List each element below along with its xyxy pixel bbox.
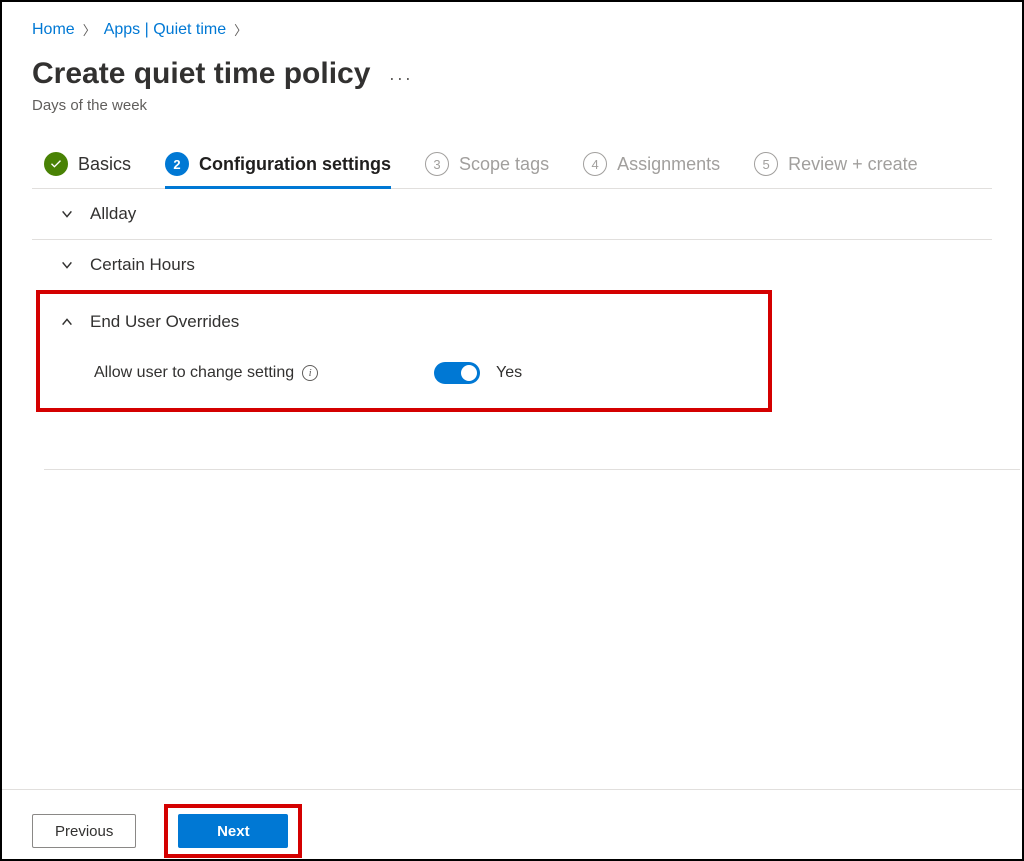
- step-number: 4: [583, 152, 607, 176]
- tab-label: Configuration settings: [199, 154, 391, 175]
- section-header-allday[interactable]: Allday: [60, 189, 992, 239]
- section-title: End User Overrides: [90, 312, 239, 332]
- page-subtitle: Days of the week: [32, 97, 992, 114]
- tab-label: Basics: [78, 154, 131, 175]
- section-certain-hours: Certain Hours: [32, 240, 992, 290]
- tab-scope-tags[interactable]: 3 Scope tags: [425, 152, 549, 188]
- info-icon[interactable]: i: [302, 365, 318, 381]
- more-actions-button[interactable]: ···: [389, 68, 413, 89]
- tab-review-create[interactable]: 5 Review + create: [754, 152, 918, 188]
- tab-label: Assignments: [617, 154, 720, 175]
- section-header-certain-hours[interactable]: Certain Hours: [60, 240, 992, 290]
- step-number: 2: [165, 152, 189, 176]
- section-title: Allday: [90, 204, 136, 224]
- tab-label: Review + create: [788, 154, 918, 175]
- step-number: 3: [425, 152, 449, 176]
- breadcrumb: Home 〉 Apps | Quiet time 〉: [32, 20, 992, 39]
- step-number: 5: [754, 152, 778, 176]
- tab-configuration-settings[interactable]: 2 Configuration settings: [165, 152, 391, 188]
- tab-basics[interactable]: Basics: [44, 152, 131, 188]
- chevron-right-icon: 〉: [234, 20, 247, 39]
- wizard-tabs: Basics 2 Configuration settings 3 Scope …: [32, 152, 992, 189]
- section-end-user-overrides: End User Overrides Allow user to change …: [36, 290, 772, 412]
- section-allday: Allday: [32, 189, 992, 240]
- check-icon: [44, 152, 68, 176]
- toggle-allow-user-change[interactable]: [434, 362, 480, 384]
- toggle-value-label: Yes: [496, 364, 522, 382]
- section-header-end-user-overrides[interactable]: End User Overrides: [60, 294, 768, 344]
- section-title: Certain Hours: [90, 255, 195, 275]
- wizard-footer: Previous Next: [2, 789, 1022, 858]
- tab-assignments[interactable]: 4 Assignments: [583, 152, 720, 188]
- chevron-down-icon: [60, 207, 74, 221]
- next-button[interactable]: Next: [178, 814, 288, 848]
- breadcrumb-apps-quiet-time[interactable]: Apps | Quiet time: [104, 21, 226, 39]
- tab-label: Scope tags: [459, 154, 549, 175]
- chevron-right-icon: 〉: [83, 20, 96, 39]
- chevron-up-icon: [60, 315, 74, 329]
- setting-label-text: Allow user to change setting: [94, 364, 294, 382]
- chevron-down-icon: [60, 258, 74, 272]
- page-title: Create quiet time policy: [32, 57, 370, 91]
- previous-button[interactable]: Previous: [32, 814, 136, 848]
- breadcrumb-home[interactable]: Home: [32, 21, 75, 39]
- section-divider: [44, 469, 1020, 470]
- setting-allow-user-change: Allow user to change setting i Yes: [60, 344, 768, 384]
- highlight-frame: Next: [164, 804, 302, 858]
- toggle-knob: [461, 365, 477, 381]
